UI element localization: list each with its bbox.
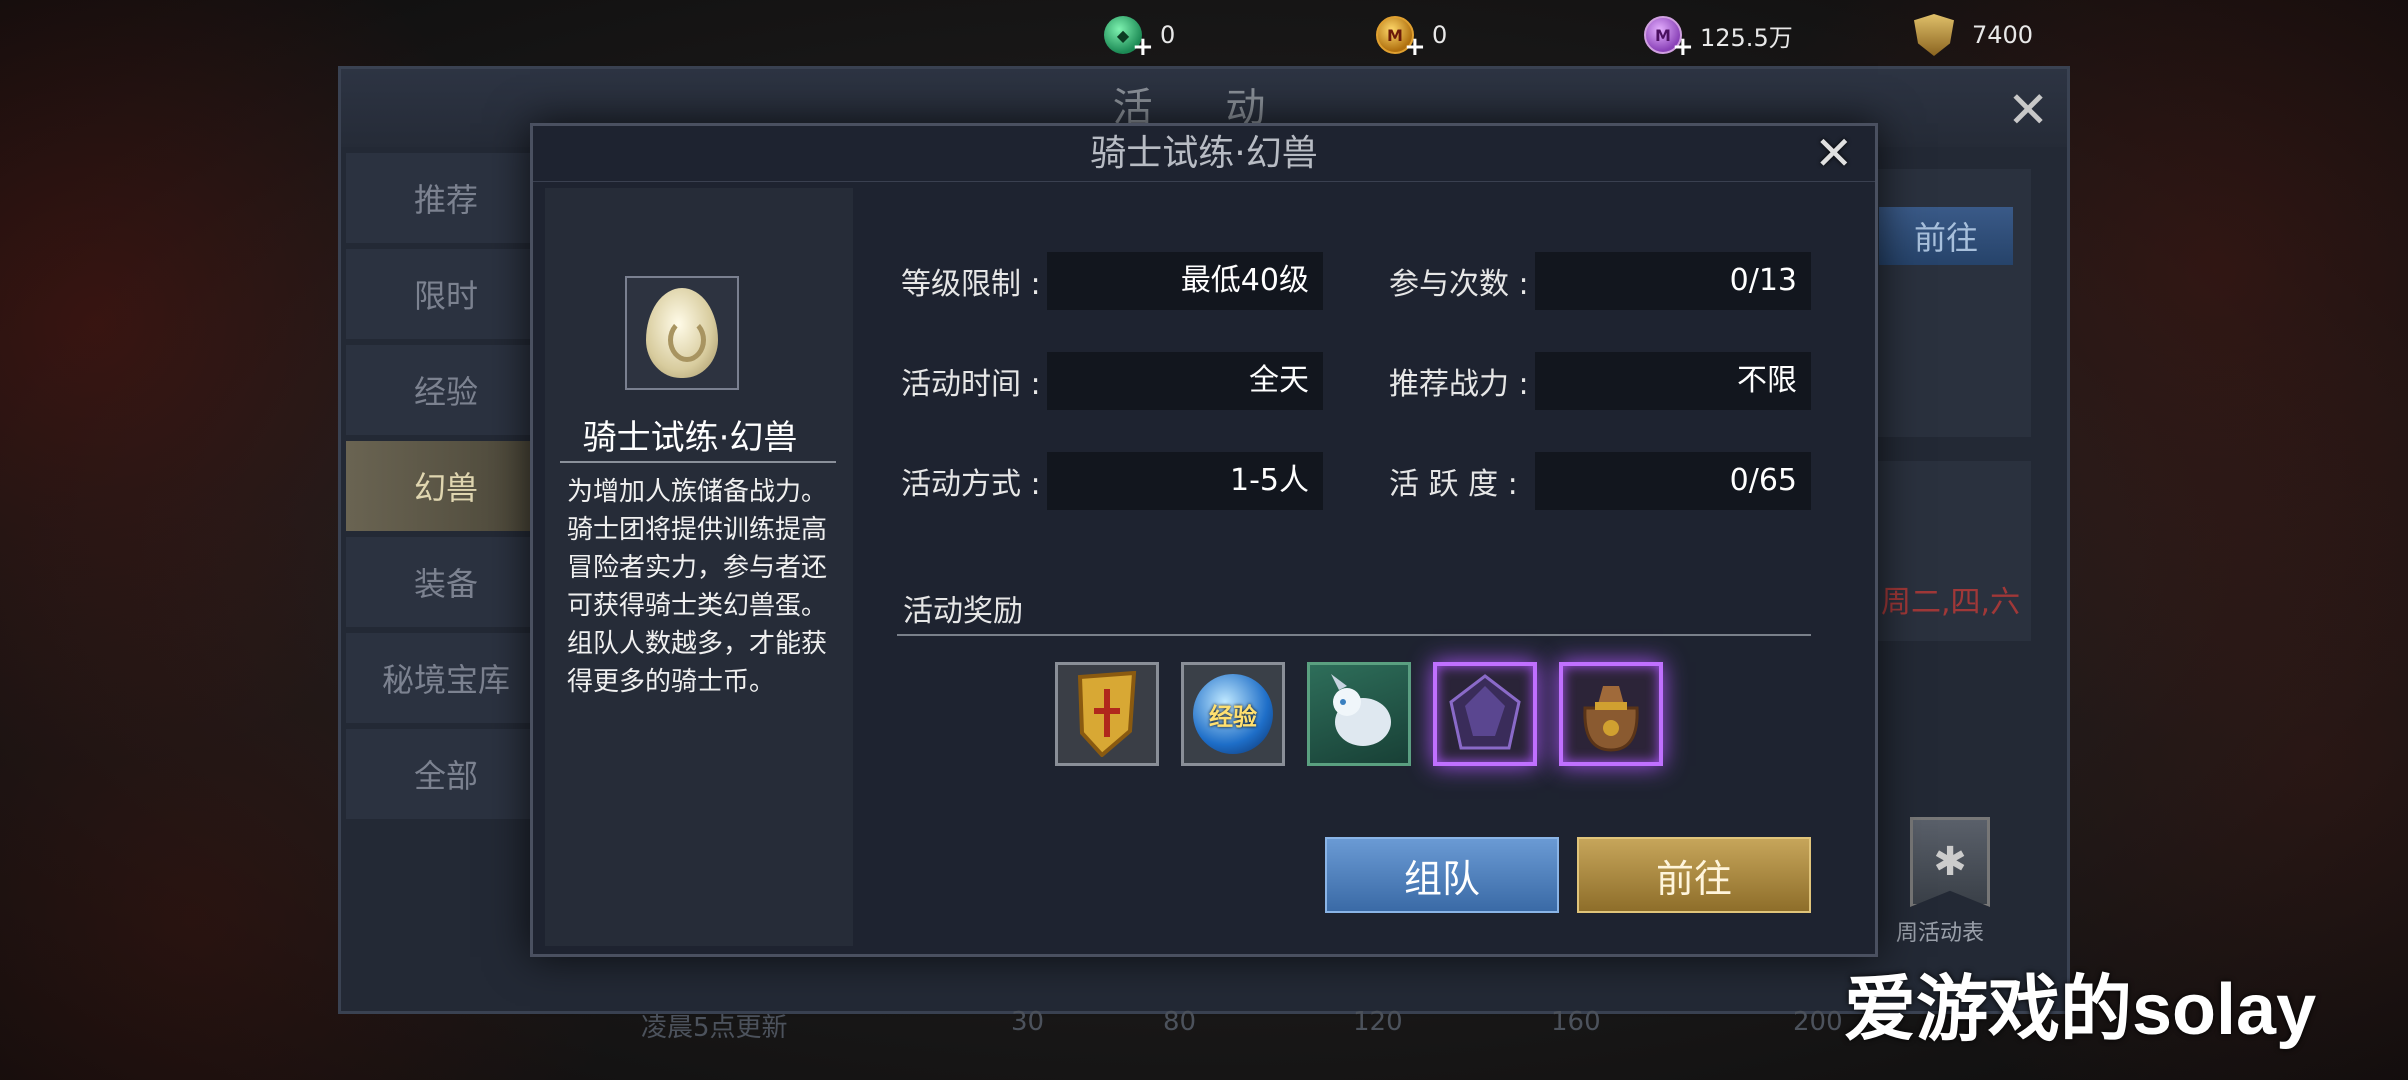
tab-all[interactable]: 全部	[346, 729, 546, 819]
field-value-time: 全天	[1047, 352, 1323, 410]
close-icon[interactable]: ✕	[2007, 85, 2049, 135]
weekly-schedule-label: 周活动表	[1895, 921, 1984, 946]
currency-value: 125.5万	[1700, 23, 1793, 52]
field-value-activity: 0/65	[1535, 452, 1811, 510]
golden-shield-icon	[1077, 671, 1137, 757]
tab-exp[interactable]: 经验	[346, 345, 546, 435]
tab-secret-treasury[interactable]: 秘境宝库	[346, 633, 546, 723]
treasure-bag-icon	[1583, 686, 1639, 752]
tab-limited[interactable]: 限时	[346, 249, 546, 339]
schedule-text: 周二,四,六	[1881, 585, 2021, 620]
reward-item[interactable]: 经验	[1181, 662, 1285, 766]
field-label-level: 等级限制 :	[901, 267, 1041, 302]
activity-mark: 200	[1793, 1007, 1843, 1037]
field-label-mode: 活动方式 :	[901, 467, 1041, 502]
field-label-attempts: 参与次数 :	[1389, 267, 1529, 302]
currency-value: 0	[1160, 21, 1176, 49]
exp-orb-icon: 经验	[1193, 674, 1273, 754]
divider	[897, 634, 1811, 636]
refresh-text: 凌晨5点更新	[641, 1013, 788, 1043]
plus-icon[interactable]: +	[1404, 34, 1426, 60]
beast-egg-icon	[646, 288, 718, 378]
exp-orb-label: 经验	[1209, 702, 1257, 731]
activity-mark: 120	[1353, 1007, 1403, 1037]
reward-title: 活动奖励	[903, 594, 1023, 629]
power-value: 7400	[1972, 21, 2034, 49]
tab-recommend[interactable]: 推荐	[346, 153, 546, 243]
plus-icon[interactable]: +	[1132, 34, 1154, 60]
tab-equipment[interactable]: 装备	[346, 537, 546, 627]
reward-item[interactable]	[1307, 662, 1411, 766]
watermark-text: 爱游戏的solay	[1844, 970, 2317, 1050]
currency-gold[interactable]: M + 0	[1376, 12, 1448, 60]
activity-name: 骑士试练·幻兽	[582, 418, 798, 458]
activity-mark: 30	[1011, 1007, 1045, 1037]
go-button[interactable]: 前往	[1577, 837, 1811, 913]
reward-item[interactable]	[1055, 662, 1159, 766]
activity-icon-frame	[625, 276, 739, 390]
reward-item[interactable]	[1433, 662, 1537, 766]
modal-title: 骑士试练·幻兽	[533, 126, 1875, 182]
field-label-power: 推荐战力 :	[1389, 367, 1529, 402]
activity-row	[1861, 313, 2031, 437]
tab-beast[interactable]: 幻兽	[346, 441, 546, 531]
currency-purple[interactable]: M + 125.5万	[1644, 12, 1793, 60]
plus-icon[interactable]: +	[1672, 34, 1694, 60]
banner-icon: ✱	[1910, 817, 1990, 907]
divider	[560, 461, 836, 463]
activity-description: 为增加人族储备战力。 骑士团将提供训练提高 冒险者实力，参与者还 可获得骑士类幻…	[567, 477, 828, 697]
field-value-attempts: 0/13	[1535, 252, 1811, 310]
field-label-time: 活动时间 :	[901, 367, 1041, 402]
currency-power: 7400	[1914, 12, 2033, 58]
field-value-power: 不限	[1535, 352, 1811, 410]
currency-value: 0	[1432, 21, 1448, 49]
field-label-activity: 活 跃 度 :	[1389, 467, 1518, 502]
activity-mark: 80	[1163, 1007, 1197, 1037]
reward-item[interactable]	[1559, 662, 1663, 766]
go-button-background[interactable]: 前往	[1879, 207, 2013, 265]
activity-mark: 160	[1551, 1007, 1601, 1037]
shield-power-icon	[1914, 14, 1954, 56]
activity-detail-modal: 骑士试练·幻兽 ✕ 骑士试练·幻兽 为增加人族储备战力。 骑士团将提供训练提高 …	[530, 123, 1878, 957]
close-icon[interactable]: ✕	[1814, 130, 1853, 176]
team-button[interactable]: 组队	[1325, 837, 1559, 913]
field-value-level: 最低40级	[1047, 252, 1323, 310]
white-beast-icon	[1331, 674, 1391, 746]
currency-green[interactable]: ◆ + 0	[1104, 12, 1176, 60]
dark-crystal-icon	[1449, 674, 1521, 750]
activity-info-panel: 骑士试练·幻兽 为增加人族储备战力。 骑士团将提供训练提高 冒险者实力，参与者还…	[545, 188, 853, 946]
field-value-mode: 1-5人	[1047, 452, 1323, 510]
